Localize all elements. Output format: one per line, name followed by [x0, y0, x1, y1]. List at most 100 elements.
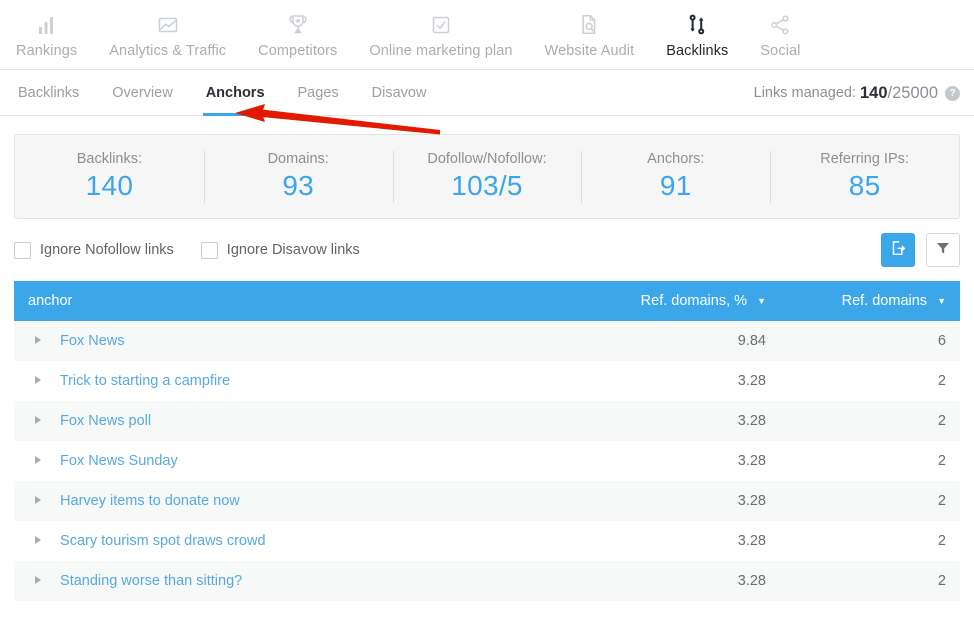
stat-value: 91	[659, 170, 692, 201]
expand-row-icon[interactable]	[35, 576, 41, 584]
table-row[interactable]: Standing worse than sitting? 3.28 2	[14, 561, 960, 601]
expand-row-icon[interactable]	[35, 336, 41, 344]
bar-chart-icon	[36, 12, 58, 38]
anchor-link[interactable]: Fox News poll	[60, 413, 151, 429]
table-row[interactable]: Fox News poll 3.28 2	[14, 401, 960, 441]
table-header-row: anchor Ref. domains, % ▼ Ref. domains ▼	[14, 281, 960, 321]
anchor-link[interactable]: Harvey items to donate now	[60, 493, 240, 509]
links-managed-counter: Links managed: 140 /25000 ?	[754, 70, 960, 116]
tab-backlinks[interactable]: Backlinks	[18, 70, 79, 116]
export-button[interactable]	[881, 233, 915, 267]
tab-label: Disavow	[371, 84, 427, 101]
tab-label: Anchors	[205, 84, 265, 101]
sort-descending-icon[interactable]: ▼	[937, 296, 946, 306]
table-row[interactable]: Fox News 9.84 6	[14, 321, 960, 361]
checkbox-ignore-disavow-links[interactable]: Ignore Disavow links	[200, 241, 360, 259]
checkbox-label: Ignore Nofollow links	[40, 242, 174, 258]
cell-anchor: Scary tourism spot draws crowd	[14, 521, 600, 561]
tab-disavow[interactable]: Disavow	[372, 70, 427, 116]
tab-label: Pages	[297, 84, 339, 101]
column-header-anchor[interactable]: anchor	[14, 281, 600, 321]
cell-ref-domains-pct: 3.28	[737, 373, 766, 389]
cell-ref-domains-pct: 3.28	[737, 533, 766, 549]
stat-value: 140	[85, 170, 134, 201]
stat-label: Domains:	[267, 151, 329, 167]
column-label: Ref. domains	[841, 293, 928, 309]
links-managed-label: Links managed:	[753, 85, 856, 101]
anchors-table-section: anchor Ref. domains, % ▼ Ref. domains ▼	[0, 281, 974, 601]
column-header-ref-domains[interactable]: Ref. domains ▼	[780, 281, 960, 321]
checkbox-ignore-nofollow-links[interactable]: Ignore Nofollow links	[14, 241, 174, 259]
checkbox-box[interactable]	[14, 241, 31, 259]
anchor-link[interactable]: Trick to starting a campfire	[60, 373, 230, 389]
expand-row-icon[interactable]	[35, 536, 41, 544]
nav-item-analytics-traffic[interactable]: Analytics & Traffic	[93, 12, 242, 59]
nav-label: Online marketing plan	[369, 43, 513, 59]
backlinks-anchors-page: Rankings Analytics & Traffic Competitors…	[0, 0, 974, 631]
nav-item-competitors[interactable]: Competitors	[242, 12, 353, 59]
column-label: anchor	[28, 293, 73, 309]
cell-ref-domains: 2	[937, 373, 946, 389]
summary-stats-panel: Backlinks: 140 Domains: 93 Dofollow/Nofo…	[14, 134, 960, 219]
backlinks-subnavigation: Backlinks Overview Anchors Pages Disavow…	[0, 70, 974, 116]
nav-label: Backlinks	[666, 43, 729, 59]
stat-referring-ips: Referring IPs: 85	[770, 151, 959, 202]
cell-ref-domains-pct: 3.28	[737, 453, 766, 469]
nav-item-online-marketing-plan[interactable]: Online marketing plan	[353, 12, 528, 59]
stat-dofollow-nofollow: Dofollow/Nofollow: 103/5	[393, 151, 582, 202]
cell-anchor: Harvey items to donate now	[14, 481, 600, 521]
trophy-icon	[287, 12, 309, 38]
anchor-link[interactable]: Scary tourism spot draws crowd	[60, 533, 265, 549]
tab-pages[interactable]: Pages	[298, 70, 339, 116]
expand-row-icon[interactable]	[35, 496, 41, 504]
nav-item-social[interactable]: Social	[744, 12, 816, 59]
cell-anchor: Fox News Sunday	[14, 441, 600, 481]
nav-label: Social	[760, 43, 801, 59]
table-toolbar: Ignore Nofollow links Ignore Disavow lin…	[0, 219, 974, 281]
stat-value: 85	[848, 170, 881, 201]
nav-item-rankings[interactable]: Rankings	[0, 12, 93, 59]
filter-checkbox-group: Ignore Nofollow links Ignore Disavow lin…	[14, 241, 387, 259]
cell-ref-domains-pct: 3.28	[737, 493, 766, 509]
primary-navigation: Rankings Analytics & Traffic Competitors…	[0, 0, 974, 70]
table-header: anchor Ref. domains, % ▼ Ref. domains ▼	[14, 281, 960, 321]
stat-backlinks: Backlinks: 140	[15, 151, 204, 202]
question-mark-icon[interactable]: ?	[945, 85, 960, 101]
column-header-ref-domains-pct[interactable]: Ref. domains, % ▼	[600, 281, 780, 321]
anchor-link[interactable]: Standing worse than sitting?	[60, 573, 242, 589]
anchor-link[interactable]: Fox News Sunday	[60, 453, 178, 469]
stat-value: 93	[282, 170, 315, 201]
tab-label: Overview	[112, 84, 173, 101]
tab-anchors[interactable]: Anchors	[202, 70, 268, 116]
checkbox-label: Ignore Disavow links	[226, 242, 360, 258]
tab-overview[interactable]: Overview	[112, 70, 172, 116]
table-row[interactable]: Harvey items to donate now 3.28 2	[14, 481, 960, 521]
checkbox-box[interactable]	[200, 241, 218, 259]
nav-item-backlinks[interactable]: Backlinks	[650, 12, 744, 59]
table-row[interactable]: Trick to starting a campfire 3.28 2	[14, 361, 960, 401]
expand-row-icon[interactable]	[35, 416, 41, 424]
stat-label: Referring IPs:	[820, 151, 909, 167]
table-row[interactable]: Fox News Sunday 3.28 2	[14, 441, 960, 481]
nav-label: Analytics & Traffic	[109, 43, 227, 59]
nav-label: Website Audit	[544, 43, 635, 59]
stat-value: 103/5	[451, 170, 523, 201]
link-branch-icon	[686, 12, 708, 38]
document-search-icon	[578, 12, 600, 38]
cell-ref-domains-pct: 3.28	[737, 573, 766, 589]
checkbox-task-icon	[430, 12, 452, 38]
stat-anchors: Anchors: 91	[581, 151, 770, 202]
table-row[interactable]: Scary tourism spot draws crowd 3.28 2	[14, 521, 960, 561]
tab-label: Backlinks	[18, 84, 80, 101]
expand-row-icon[interactable]	[35, 456, 41, 464]
nav-label: Rankings	[16, 43, 78, 59]
stat-domains: Domains: 93	[204, 151, 393, 202]
nav-label: Competitors	[258, 43, 338, 59]
filter-button[interactable]	[926, 233, 960, 267]
anchor-link[interactable]: Fox News	[60, 333, 124, 349]
nav-item-website-audit[interactable]: Website Audit	[529, 12, 651, 59]
sort-descending-icon[interactable]: ▼	[757, 296, 766, 306]
cell-anchor: Standing worse than sitting?	[14, 561, 600, 601]
expand-row-icon[interactable]	[35, 376, 41, 384]
summary-stats-section: Backlinks: 140 Domains: 93 Dofollow/Nofo…	[0, 116, 974, 219]
